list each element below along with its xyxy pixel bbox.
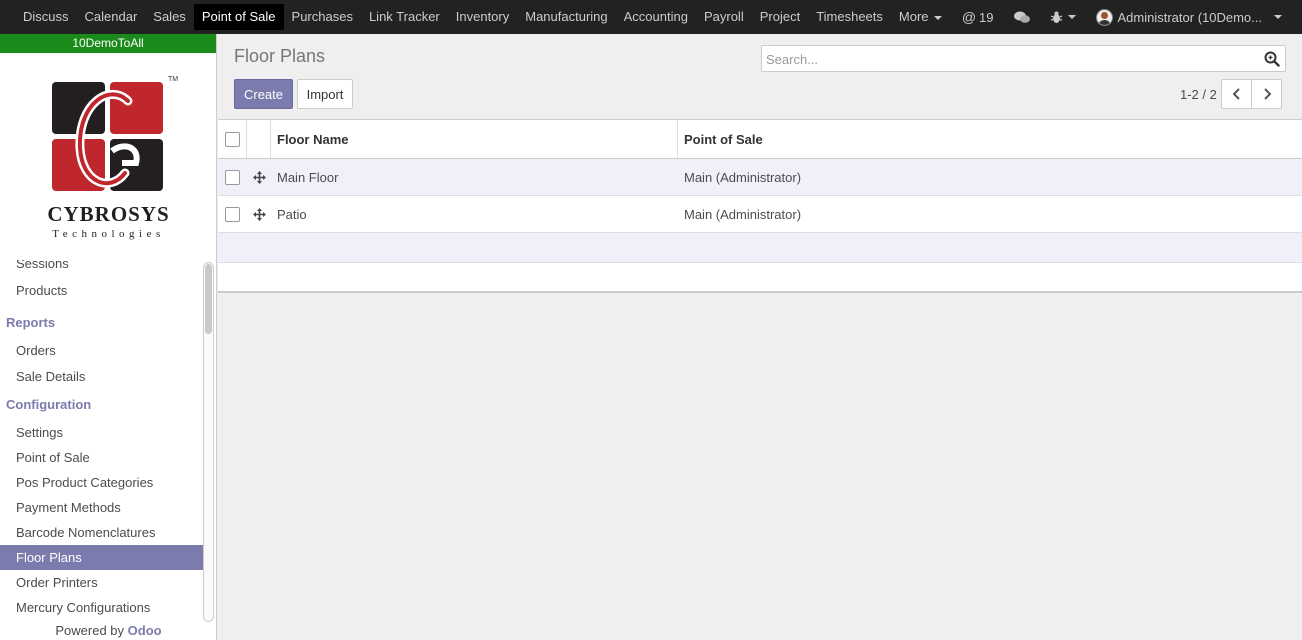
pager-previous-button[interactable] — [1221, 79, 1252, 109]
debug-button[interactable] — [1040, 11, 1086, 24]
app-point-of-sale[interactable]: Point of Sale — [193, 4, 284, 30]
app-purchases[interactable]: Purchases — [284, 0, 361, 34]
systray: @ 19 Administrator (10Demo... — [952, 0, 1302, 34]
top-navbar: Discuss Calendar Sales Point of Sale Pur… — [0, 0, 1302, 34]
sidebar: 10DemoToAll TM CYBROSYS Technologies Ses… — [0, 34, 217, 640]
app-payroll[interactable]: Payroll — [696, 0, 752, 34]
empty-row — [218, 233, 1302, 263]
list-view-table: Floor Name Point of Sale Main Floor Main… — [218, 119, 1302, 293]
create-button[interactable]: Create — [234, 79, 293, 109]
mentions-button[interactable]: @ 19 — [952, 9, 1004, 25]
app-discuss[interactable]: Discuss — [15, 0, 77, 34]
odoo-link[interactable]: Odoo — [128, 623, 162, 638]
sidebar-item-settings[interactable]: Settings — [0, 420, 204, 445]
pager-next-button[interactable] — [1251, 79, 1282, 109]
app-sales[interactable]: Sales — [145, 0, 194, 34]
sidebar-item-products[interactable]: Products — [0, 276, 204, 306]
table-row[interactable]: Main Floor Main (Administrator) — [218, 159, 1302, 196]
app-manufacturing[interactable]: Manufacturing — [517, 0, 615, 34]
page-title: Floor Plans — [234, 46, 326, 66]
point-of-sale-cell: Main (Administrator) — [684, 206, 802, 222]
chevron-down-icon — [1067, 15, 1076, 19]
logo-wordmark: CYBROSYS — [47, 202, 170, 226]
sidebar-item-pos-product-categories[interactable]: Pos Product Categories — [0, 470, 204, 495]
column-header-floor-name[interactable]: Floor Name — [271, 120, 678, 158]
sidebar-section-reports: Reports — [6, 315, 56, 330]
app-link-tracker[interactable]: Link Tracker — [361, 0, 448, 34]
table-row[interactable]: Patio Main (Administrator) — [218, 196, 1302, 233]
user-menu[interactable]: Administrator (10Demo... — [1086, 8, 1293, 26]
sidebar-item-floor-plans[interactable]: Floor Plans — [0, 545, 204, 570]
chat-icon — [1013, 11, 1030, 23]
bug-icon — [1050, 11, 1062, 23]
powered-by-label: Powered by — [55, 623, 125, 638]
sidebar-item-point-of-sale[interactable]: Point of Sale — [0, 445, 204, 470]
pager-value[interactable]: 1-2 / 2 — [1180, 87, 1217, 102]
scrollbar-thumb[interactable] — [205, 264, 212, 334]
svg-text:TM: TM — [168, 76, 178, 83]
drag-handle[interactable] — [247, 196, 271, 232]
column-header-point-of-sale[interactable]: Point of Sale — [678, 120, 1302, 158]
drag-handle[interactable] — [247, 159, 271, 195]
sidebar-item-order-printers[interactable]: Order Printers — [0, 570, 204, 595]
sidebar-item-sessions[interactable]: Sessions — [0, 260, 204, 276]
avatar — [1095, 8, 1113, 26]
move-icon — [252, 170, 266, 184]
sidebar-item-barcode-nomenclatures[interactable]: Barcode Nomenclatures — [0, 520, 204, 545]
app-timesheets[interactable]: Timesheets — [808, 0, 891, 34]
sidebar-item-mercury-configurations[interactable]: Mercury Configurations — [0, 595, 204, 620]
move-icon — [252, 207, 266, 221]
app-calendar[interactable]: Calendar — [77, 0, 146, 34]
app-menu: Discuss Calendar Sales Point of Sale Pur… — [0, 0, 950, 34]
messages-button[interactable] — [1004, 11, 1040, 24]
point-of-sale-cell: Main (Administrator) — [684, 169, 802, 185]
more-menu[interactable]: More — [891, 0, 950, 34]
mentions-count: 19 — [979, 9, 994, 25]
sidebar-item-orders[interactable]: Orders — [0, 338, 204, 363]
more-label: More — [898, 9, 929, 24]
database-banner: 10DemoToAll — [0, 34, 216, 53]
row-checkbox[interactable] — [225, 169, 240, 185]
search-box — [761, 45, 1286, 72]
company-logo: TM CYBROSYS Technologies — [0, 53, 216, 261]
search-icon[interactable] — [1264, 51, 1280, 67]
import-button[interactable]: Import — [297, 79, 353, 109]
chevron-left-icon — [1232, 88, 1240, 100]
sidebar-section-configuration: Configuration — [6, 397, 92, 412]
app-project[interactable]: Project — [752, 0, 808, 34]
search-input[interactable] — [766, 49, 1256, 69]
at-icon: @ — [961, 9, 977, 25]
select-all-cell — [218, 120, 247, 158]
main-content: Floor Plans Create Import 1-2 / 2 Floor … — [218, 34, 1302, 640]
row-select-cell — [218, 196, 247, 232]
chevron-right-icon — [1263, 88, 1271, 100]
table-header: Floor Name Point of Sale — [218, 119, 1302, 159]
powered-by: Powered by Odoo — [0, 623, 217, 638]
select-all-checkbox[interactable] — [224, 131, 240, 147]
row-select-cell — [218, 159, 247, 195]
sidebar-menu: Sessions Products Reports Orders Sale De… — [0, 260, 204, 622]
sidebar-item-sale-details[interactable]: Sale Details — [0, 363, 204, 390]
empty-row — [218, 263, 1302, 293]
floor-name-cell: Patio — [277, 206, 307, 222]
row-checkbox[interactable] — [225, 206, 240, 222]
sidebar-scrollbar[interactable] — [203, 262, 214, 622]
logo-tagline: Technologies — [52, 228, 165, 240]
app-inventory[interactable]: Inventory — [448, 0, 517, 34]
app-accounting[interactable]: Accounting — [616, 0, 696, 34]
chevron-down-icon — [933, 15, 942, 20]
floor-name-cell: Main Floor — [277, 169, 339, 185]
chevron-down-icon — [1274, 15, 1282, 19]
sidebar-item-payment-methods[interactable]: Payment Methods — [0, 495, 204, 520]
user-name: Administrator (10Demo... — [1117, 9, 1263, 25]
handle-header — [247, 120, 271, 158]
